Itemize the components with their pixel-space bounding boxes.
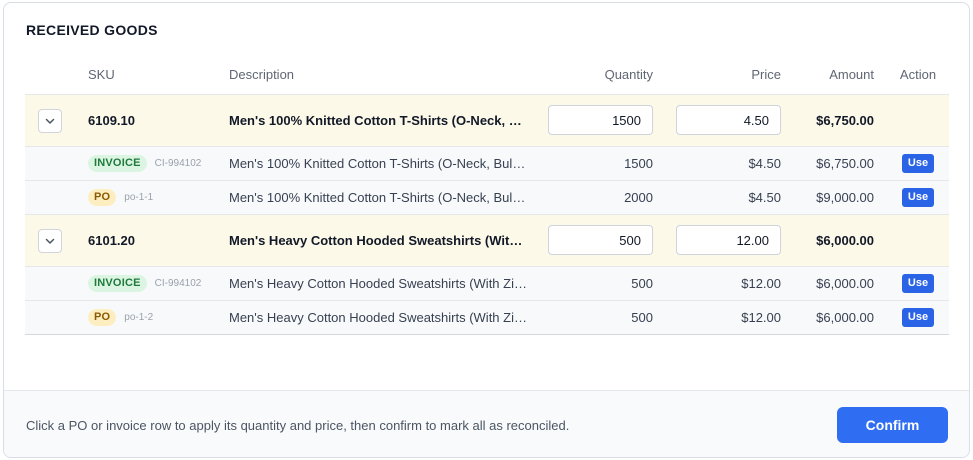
source-type-cell: INVOICE CI-994102 [88, 147, 223, 180]
source-description-cell: Men's 100% Knitted Cotton T-Shirts (O-Ne… [229, 181, 529, 214]
section-title: RECEIVED GOODS [26, 22, 158, 38]
source-action-cell: Use [887, 181, 949, 214]
confirm-button[interactable]: Confirm [837, 407, 948, 443]
source-amount: $6,000.00 [816, 310, 874, 325]
source-type-cell: PO po-1-2 [88, 301, 223, 334]
price-input[interactable] [676, 225, 781, 255]
column-header-sku: SKU [88, 67, 115, 82]
source-row-po[interactable]: PO po-1-2 Men's Heavy Cotton Hooded Swea… [25, 301, 949, 335]
source-amount: $9,000.00 [816, 190, 874, 205]
chevron-down-icon [45, 238, 55, 244]
source-quantity: 500 [631, 276, 653, 291]
source-action-cell: Use [887, 301, 949, 334]
source-action-cell: Use [887, 147, 949, 180]
source-ref: CI-994102 [154, 278, 202, 289]
column-header-amount: Amount [829, 67, 874, 82]
source-quantity: 500 [631, 310, 653, 325]
column-header-quantity: Quantity [604, 67, 653, 82]
invoice-badge: INVOICE [88, 275, 147, 292]
received-goods-card: RECEIVED GOODS SKU Description Quantity … [3, 2, 970, 458]
source-action-cell: Use [887, 267, 949, 300]
group-description-cell: Men's 100% Knitted Cotton T-Shirts (O-Ne… [229, 95, 529, 146]
table-header: SKU Description Quantity Price Amount Ac… [25, 55, 949, 95]
source-description: Men's 100% Knitted Cotton T-Shirts (O-Ne… [229, 156, 529, 171]
source-description-cell: Men's 100% Knitted Cotton T-Shirts (O-Ne… [229, 147, 529, 180]
invoice-badge: INVOICE [88, 155, 147, 172]
source-row-invoice[interactable]: INVOICE CI-994102 Men's Heavy Cotton Hoo… [25, 267, 949, 301]
source-price: $12.00 [741, 276, 781, 291]
source-description: Men's Heavy Cotton Hooded Sweatshirts (W… [229, 276, 529, 291]
group-sku: 6109.10 [88, 113, 135, 128]
group-sku: 6101.20 [88, 233, 135, 248]
source-description: Men's 100% Knitted Cotton T-Shirts (O-Ne… [229, 190, 529, 205]
source-description-cell: Men's Heavy Cotton Hooded Sweatshirts (W… [229, 267, 529, 300]
source-ref: po-1-2 [124, 312, 154, 323]
source-price: $4.50 [748, 156, 781, 171]
group-row[interactable]: 6101.20 Men's Heavy Cotton Hooded Sweats… [25, 215, 949, 267]
group-amount: $6,000.00 [816, 233, 874, 248]
po-badge: PO [88, 309, 117, 326]
source-price: $12.00 [741, 310, 781, 325]
source-row-invoice[interactable]: INVOICE CI-994102 Men's 100% Knitted Cot… [25, 147, 949, 181]
source-ref: CI-994102 [154, 158, 202, 169]
source-quantity: 1500 [624, 156, 653, 171]
source-type-cell: INVOICE CI-994102 [88, 267, 223, 300]
help-text: Click a PO or invoice row to apply its q… [26, 418, 570, 433]
source-row-po[interactable]: PO po-1-1 Men's 100% Knitted Cotton T-Sh… [25, 181, 949, 215]
expand-toggle[interactable] [38, 229, 62, 253]
use-button[interactable]: Use [901, 154, 935, 173]
po-badge: PO [88, 189, 117, 206]
expand-toggle[interactable] [38, 109, 62, 133]
group-description: Men's 100% Knitted Cotton T-Shirts (O-Ne… [229, 113, 529, 128]
source-ref: po-1-1 [124, 192, 154, 203]
footer-bar: Click a PO or invoice row to apply its q… [4, 390, 969, 457]
source-description: Men's Heavy Cotton Hooded Sweatshirts (W… [229, 310, 529, 325]
price-input[interactable] [676, 105, 781, 135]
source-quantity: 2000 [624, 190, 653, 205]
group-amount: $6,750.00 [816, 113, 874, 128]
use-button[interactable]: Use [901, 188, 935, 207]
source-price: $4.50 [748, 190, 781, 205]
use-button[interactable]: Use [901, 274, 935, 293]
source-description-cell: Men's Heavy Cotton Hooded Sweatshirts (W… [229, 301, 529, 334]
column-header-price: Price [751, 67, 781, 82]
group-row[interactable]: 6109.10 Men's 100% Knitted Cotton T-Shir… [25, 95, 949, 147]
column-header-description: Description [229, 67, 295, 82]
source-type-cell: PO po-1-1 [88, 181, 223, 214]
received-goods-table: SKU Description Quantity Price Amount Ac… [25, 55, 949, 335]
chevron-down-icon [45, 118, 55, 124]
group-description-cell: Men's Heavy Cotton Hooded Sweatshirts (W… [229, 215, 529, 266]
quantity-input[interactable] [548, 105, 653, 135]
group-description: Men's Heavy Cotton Hooded Sweatshirts (W… [229, 233, 529, 248]
source-amount: $6,750.00 [816, 156, 874, 171]
column-header-action: Action [899, 67, 937, 82]
source-amount: $6,000.00 [816, 276, 874, 291]
use-button[interactable]: Use [901, 308, 935, 327]
quantity-input[interactable] [548, 225, 653, 255]
